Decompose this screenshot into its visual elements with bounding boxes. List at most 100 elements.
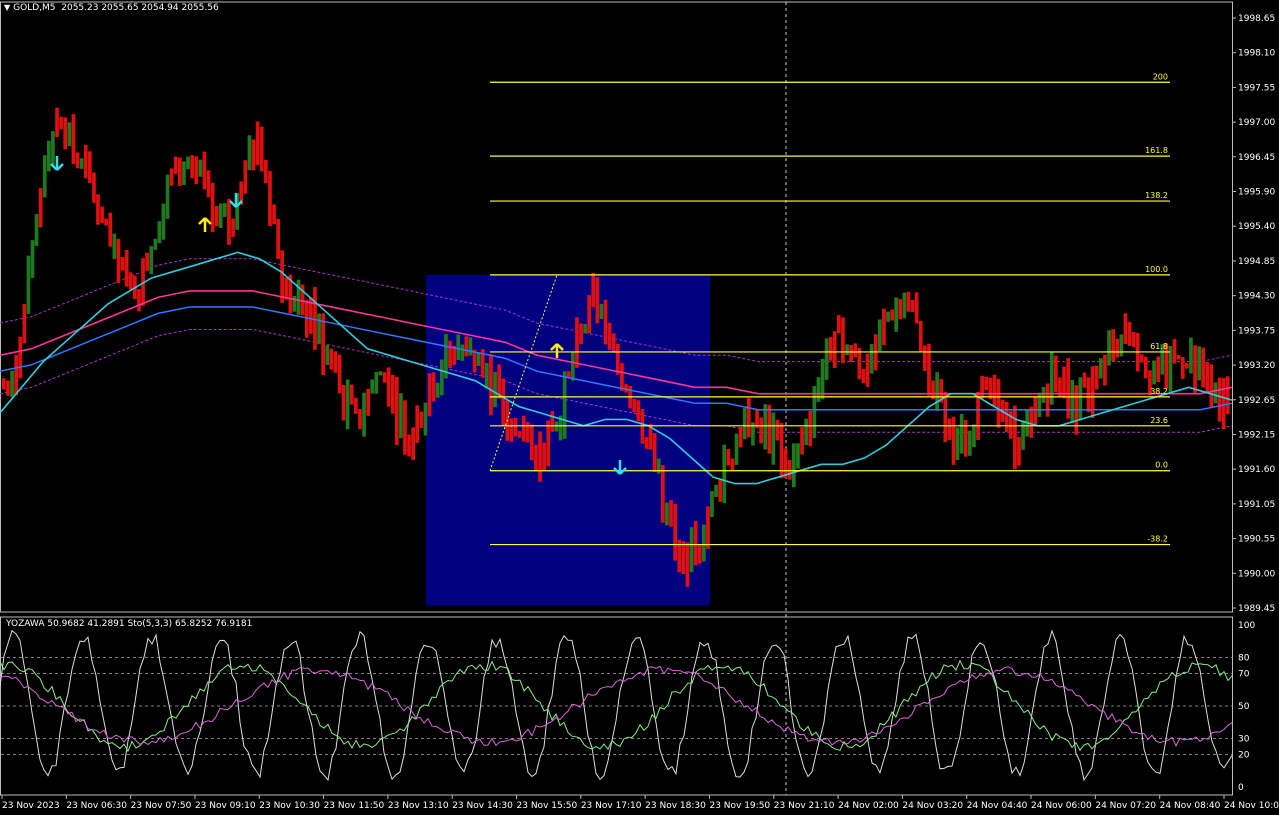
price-bar bbox=[878, 319, 882, 351]
price-tick-label: 1997.00 bbox=[1238, 118, 1275, 128]
price-bar bbox=[153, 238, 158, 250]
price-bar bbox=[730, 458, 735, 470]
price-bar bbox=[652, 433, 657, 473]
price-bar bbox=[849, 345, 853, 363]
price-bar bbox=[34, 214, 39, 246]
price-bar bbox=[1221, 377, 1226, 430]
oscillator-tick-label: 80 bbox=[1238, 653, 1250, 663]
price-bar bbox=[501, 378, 506, 426]
price-bar bbox=[485, 363, 489, 389]
price-bar bbox=[783, 448, 788, 478]
price-bar bbox=[259, 126, 264, 172]
price-bar bbox=[1094, 365, 1099, 390]
price-tick-label: 1992.65 bbox=[1238, 396, 1275, 406]
price-bar bbox=[579, 323, 583, 345]
price-bar bbox=[1156, 356, 1160, 382]
price-bar bbox=[923, 345, 927, 371]
price-bar bbox=[30, 240, 35, 278]
price-bar bbox=[161, 203, 166, 240]
price-bar bbox=[787, 460, 792, 480]
price-bar bbox=[104, 218, 108, 226]
price-bar bbox=[370, 379, 375, 394]
price-bar bbox=[1013, 405, 1017, 470]
price-bar bbox=[955, 427, 960, 461]
price-bar bbox=[296, 279, 301, 315]
oscillator-tick-label: 50 bbox=[1238, 702, 1250, 712]
price-bar bbox=[317, 313, 321, 345]
price-bar bbox=[738, 427, 743, 448]
price-bar bbox=[894, 297, 898, 332]
price-bar bbox=[71, 114, 76, 164]
price-bar bbox=[108, 212, 113, 247]
price-bar bbox=[767, 404, 772, 454]
price-bar bbox=[673, 503, 677, 561]
price-bar bbox=[759, 417, 763, 444]
price-bar bbox=[124, 250, 129, 287]
price-bar bbox=[460, 344, 465, 361]
price-tick-label: 1995.90 bbox=[1238, 188, 1275, 198]
price-chart[interactable]: 1998.65 1998.10 1997.55 1997.00 1996.45 1995.… bbox=[0, 0, 1279, 815]
price-bar bbox=[591, 272, 596, 308]
price-bar bbox=[349, 384, 354, 405]
price-bar bbox=[1086, 377, 1091, 413]
price-bar bbox=[210, 182, 215, 232]
price-bar bbox=[1029, 406, 1034, 438]
price-bar bbox=[992, 374, 997, 407]
price-bar bbox=[182, 161, 186, 185]
price-bar bbox=[186, 156, 190, 170]
price-bar bbox=[550, 410, 555, 432]
price-bar bbox=[898, 298, 903, 320]
price-bar bbox=[1078, 377, 1083, 421]
price-bar bbox=[403, 400, 407, 455]
time-tick-label: 24 Nov 04:40 bbox=[967, 801, 1028, 811]
price-bar bbox=[1201, 347, 1205, 388]
price-bar bbox=[861, 368, 866, 384]
price-bar bbox=[943, 392, 948, 443]
price-bar bbox=[362, 392, 366, 437]
price-bar bbox=[1180, 356, 1185, 379]
price-bar bbox=[599, 304, 604, 320]
price-bar bbox=[517, 431, 522, 438]
price-bar bbox=[513, 417, 518, 437]
price-bar bbox=[607, 322, 612, 350]
price-bar bbox=[542, 442, 546, 471]
price-bar bbox=[382, 372, 387, 383]
price-bar bbox=[1185, 363, 1189, 369]
price-bar bbox=[337, 354, 342, 394]
price-bar bbox=[1213, 382, 1218, 404]
price-bar bbox=[583, 324, 587, 334]
price-bar bbox=[116, 238, 121, 283]
price-bar bbox=[521, 415, 526, 442]
price-bar bbox=[411, 427, 415, 460]
price-bar bbox=[771, 412, 776, 465]
price-tick-label: 1991.60 bbox=[1238, 465, 1275, 475]
price-bar bbox=[1103, 354, 1107, 386]
time-tick-label: 23 Nov 11:50 bbox=[324, 801, 385, 811]
price-bar bbox=[996, 378, 1001, 428]
fib-level-label: 38.2 bbox=[1150, 387, 1168, 396]
price-bar bbox=[620, 363, 624, 391]
price-bar bbox=[804, 418, 808, 446]
price-tick-label: 1990.55 bbox=[1238, 535, 1275, 545]
price-bar bbox=[157, 221, 162, 244]
price-bar bbox=[202, 151, 207, 190]
price-bar bbox=[681, 541, 686, 574]
price-bar bbox=[1054, 355, 1058, 393]
price-bar bbox=[292, 296, 297, 312]
price-bar bbox=[218, 203, 223, 228]
price-bar bbox=[693, 520, 698, 566]
price-bar bbox=[1131, 332, 1136, 347]
price-bar bbox=[832, 331, 837, 368]
price-bar bbox=[656, 458, 661, 474]
time-tick-label: 23 Nov 2023 bbox=[2, 801, 60, 811]
price-bar bbox=[587, 295, 591, 334]
price-bar bbox=[824, 338, 829, 380]
price-bar bbox=[972, 424, 976, 448]
price-bar bbox=[1099, 358, 1103, 379]
price-bar bbox=[1197, 346, 1201, 381]
price-bar bbox=[26, 255, 31, 314]
price-tick-label: 1990.00 bbox=[1238, 569, 1275, 579]
price-bar bbox=[980, 375, 984, 399]
price-bar bbox=[227, 198, 231, 245]
price-bar bbox=[1144, 356, 1148, 379]
